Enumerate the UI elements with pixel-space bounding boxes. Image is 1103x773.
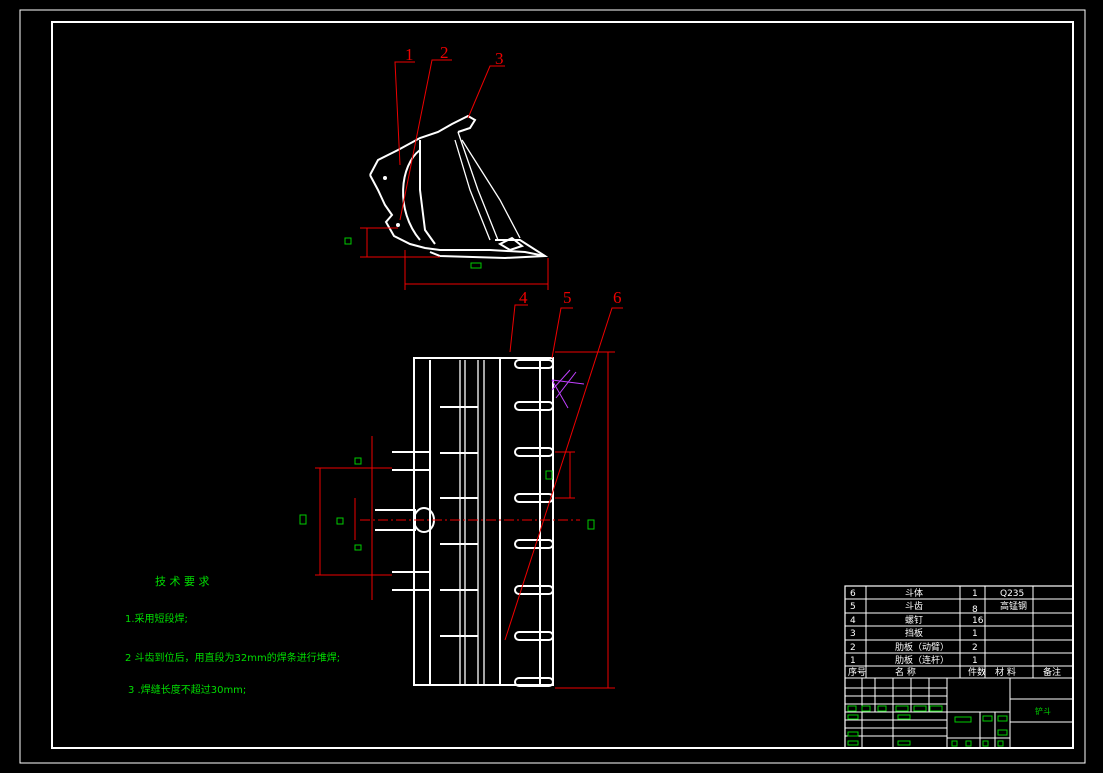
bom-table: 6 斗体 1 Q235 5 斗齿 8 高锰钢 4 螺钉 16 3 挡板 1 2 … [848, 587, 1061, 678]
bom-qty: 1 [972, 656, 978, 666]
bom-header-name: 名 称 [895, 666, 916, 678]
bom-name: 挡板 [905, 627, 923, 639]
bom-name: 螺钉 [905, 615, 923, 626]
drawing-name: 铲斗 [1035, 706, 1051, 716]
bom-qty: 8 [972, 605, 978, 615]
balloon-4: 4 [519, 288, 528, 307]
bom-header-qty: 件数 [968, 666, 986, 678]
bom-no: 3 [850, 629, 856, 639]
bom-qty: 1 [972, 589, 978, 599]
balloon-labels: 1 2 3 4 5 6 技 术 要 求 1.采用短段焊; 2 斗齿到位后，用直段… [125, 43, 1061, 716]
bom-qty: 16 [972, 616, 984, 626]
bom-no: 4 [850, 616, 856, 626]
bom-name: 斗齿 [905, 601, 923, 612]
bom-no: 1 [850, 656, 856, 666]
bom-no: 6 [850, 589, 856, 599]
balloon-3: 3 [495, 49, 504, 68]
bom-header-remark: 备注 [1043, 666, 1061, 678]
bom-header-material: 材 料 [995, 666, 1016, 678]
balloon-5: 5 [563, 288, 572, 307]
bom-material: Q235 [1000, 589, 1024, 599]
tech-note-3: 3 .焊缝长度不超过30mm; [128, 683, 246, 696]
bom-no: 5 [850, 602, 856, 612]
bom-name: 肋板（连杆） [895, 654, 949, 666]
bom-name: 斗体 [905, 587, 923, 599]
bom-material: 高锰钢 [1000, 600, 1027, 612]
bom-qty: 1 [972, 629, 978, 639]
bom-no: 2 [850, 643, 856, 653]
tech-title: 技 术 要 求 [155, 575, 210, 588]
bom-qty: 2 [972, 643, 978, 653]
tech-note-1: 1.采用短段焊; [125, 612, 188, 625]
bom-header-no: 序号 [848, 666, 866, 678]
balloon-1: 1 [405, 45, 414, 64]
bom-name: 肋板（动臂） [895, 641, 949, 653]
balloon-2: 2 [440, 43, 449, 62]
tech-note-2: 2 斗齿到位后，用直段为32mm的焊条进行堆焊; [125, 651, 340, 664]
balloon-6: 6 [613, 288, 622, 307]
